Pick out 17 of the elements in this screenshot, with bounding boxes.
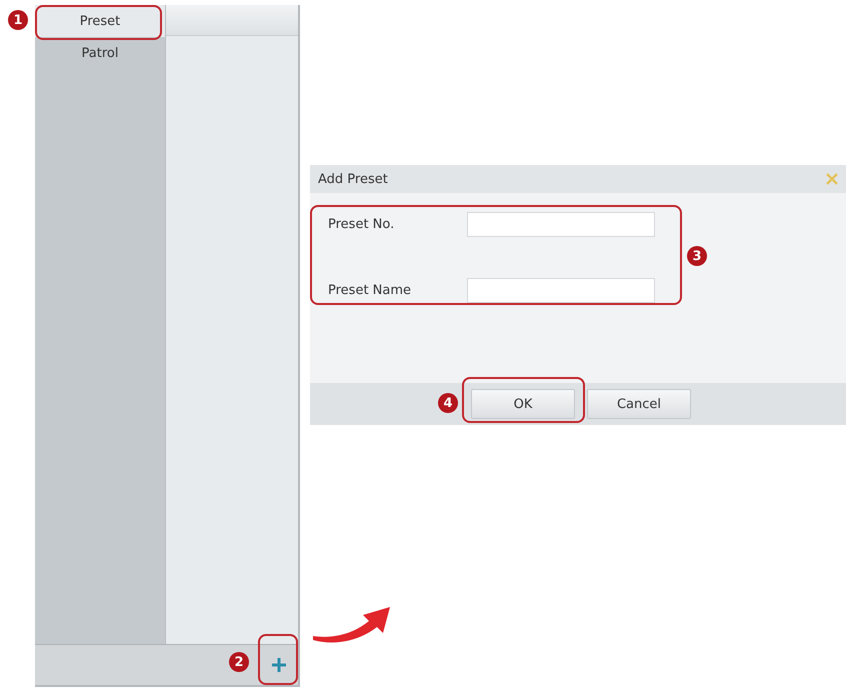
dialog-title: Add Preset: [318, 172, 388, 186]
close-button[interactable]: [826, 173, 838, 185]
tab[interactable]: Patrol: [35, 37, 165, 69]
field-label: Preset Name: [328, 283, 412, 298]
close-icon: [826, 173, 838, 185]
tab[interactable]: Preset: [35, 5, 165, 37]
callout-number: 4: [438, 393, 458, 413]
callout-number: 3: [687, 246, 707, 266]
input-field[interactable]: [467, 212, 655, 237]
plus-icon: [271, 657, 287, 673]
callout-number: 2: [229, 652, 249, 672]
callout-number: 1: [8, 10, 28, 30]
field-label: Preset No.: [328, 217, 396, 232]
dialog-button[interactable]: OK: [471, 389, 575, 419]
input-field[interactable]: [467, 278, 655, 303]
dialog-button[interactable]: Cancel: [587, 389, 691, 419]
highlight-frame: [258, 634, 298, 685]
